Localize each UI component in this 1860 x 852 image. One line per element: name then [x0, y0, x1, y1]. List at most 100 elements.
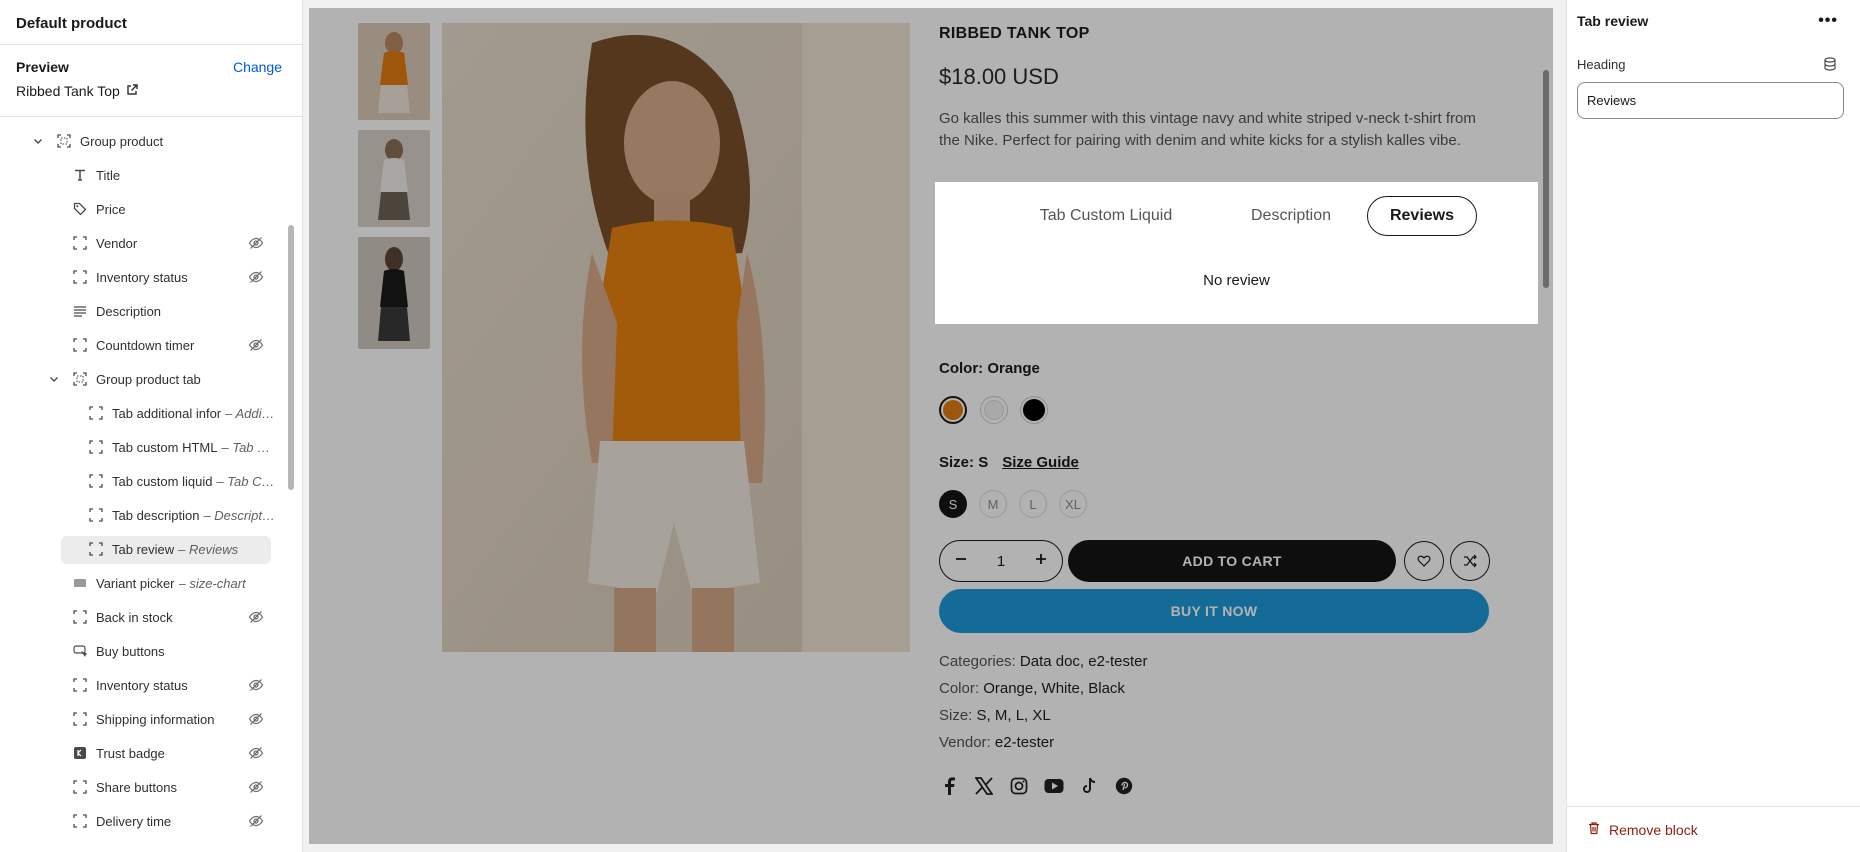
plus-icon[interactable]	[1034, 552, 1048, 570]
block-tree-item[interactable]: Back in stock	[72, 602, 275, 632]
block-tree-item[interactable]: Group product tab	[50, 364, 275, 394]
size-option[interactable]: S	[939, 490, 967, 518]
preview-scrollbar[interactable]	[1543, 70, 1549, 288]
block-tree-item[interactable]: Tab custom liquid– Tab Custom Liquid	[88, 466, 275, 496]
block-tree-item-sublabel: – size-chart	[178, 575, 246, 591]
more-options-icon[interactable]: •••	[1818, 12, 1838, 30]
color-value: Orange	[987, 360, 1040, 377]
block-tree-item[interactable]: Delivery time	[72, 806, 275, 836]
wishlist-heart-icon[interactable]	[1404, 541, 1444, 581]
block-tree-item-label: Countdown timer	[96, 337, 195, 353]
eye-hidden-icon[interactable]	[248, 813, 264, 829]
block-icon	[72, 677, 88, 693]
block-tree-item[interactable]: Countdown timer	[72, 330, 275, 360]
color-swatch-orange[interactable]	[939, 396, 967, 424]
add-to-cart-button[interactable]: ADD TO CART	[1068, 540, 1396, 582]
block-icon	[88, 507, 104, 523]
size-option[interactable]: M	[979, 490, 1007, 518]
external-link-icon[interactable]	[126, 83, 138, 99]
block-tree-item-label: Title	[96, 167, 121, 183]
block-icon	[72, 779, 88, 795]
eye-hidden-icon[interactable]	[248, 609, 264, 625]
product-main-image[interactable]	[442, 23, 910, 652]
remove-block-button[interactable]: Remove block	[1587, 821, 1698, 838]
eye-hidden-icon[interactable]	[248, 235, 264, 251]
size-option[interactable]: XL	[1059, 490, 1087, 518]
dynamic-source-icon[interactable]	[1822, 56, 1838, 72]
block-tree-item-sublabel: – Tab Custom HTML	[221, 439, 275, 455]
block-tree-item-label: Inventory status	[96, 677, 188, 693]
block-tree-item[interactable]: Vendor	[72, 228, 275, 258]
block-tree-item[interactable]: Tab custom HTML– Tab Custom HTML	[88, 432, 275, 462]
block-tree-item[interactable]: Tab additional infor– Additional informa…	[88, 398, 275, 428]
quantity-value[interactable]: 1	[997, 553, 1005, 570]
x-icon[interactable]	[974, 776, 994, 796]
product-description: Go kalles this summer with this vintage …	[939, 110, 1476, 149]
color-swatch-black[interactable]	[1020, 396, 1048, 424]
block-icon	[72, 337, 88, 353]
meta-value[interactable]: Data doc, e2-tester	[1020, 653, 1148, 670]
cursor-icon	[72, 643, 88, 659]
minus-icon[interactable]	[954, 552, 968, 570]
size-option[interactable]: L	[1019, 490, 1047, 518]
heading-field-label: Heading	[1577, 57, 1626, 72]
block-tree-item[interactable]: Buy buttons	[72, 636, 275, 666]
block-tree-item[interactable]: Inventory status	[72, 262, 275, 292]
chevron-down-icon[interactable]	[32, 135, 44, 147]
block-tree-item[interactable]: Price	[72, 194, 275, 224]
block-tree-item[interactable]: Title	[72, 160, 275, 190]
meta-value[interactable]: e2-tester	[995, 734, 1054, 751]
block-tree-item[interactable]: Variant picker – size-chart	[72, 568, 275, 598]
block-tree-item-label: Tab custom HTML	[112, 439, 218, 455]
size-guide-link[interactable]: Size Guide	[1002, 454, 1079, 471]
chevron-down-icon[interactable]	[48, 373, 60, 385]
facebook-icon[interactable]	[939, 776, 959, 796]
preview-product[interactable]: Ribbed Tank Top	[16, 83, 286, 99]
block-tree-item-label: Delivery time	[96, 813, 172, 829]
block-tree-item-label: Tab custom liquid	[112, 473, 213, 489]
block-tree-item[interactable]: Share buttons	[72, 772, 275, 802]
meta-label: Categories:	[939, 653, 1016, 670]
size-option-label: Size: S Size Guide	[939, 454, 1079, 471]
product-thumbnail[interactable]	[358, 237, 430, 349]
eye-hidden-icon[interactable]	[248, 337, 264, 353]
tab-reviews[interactable]: Reviews	[1367, 196, 1477, 236]
block-tree-item[interactable]: Description	[72, 296, 275, 326]
block-tree-item-label: Back in stock	[96, 609, 173, 625]
block-tree-item[interactable]: Inventory status	[72, 670, 275, 700]
block-icon	[72, 269, 88, 285]
buy-it-now-button[interactable]: BUY IT NOW	[939, 589, 1489, 633]
color-swatch-white[interactable]	[980, 396, 1008, 424]
block-tree-item-sublabel: – Description	[203, 507, 275, 523]
block-tree-item[interactable]: Group product	[34, 126, 275, 156]
eye-hidden-icon[interactable]	[248, 269, 264, 285]
color-option-label: Color: Orange	[939, 360, 1040, 377]
eye-hidden-icon[interactable]	[248, 677, 264, 693]
block-tree-item[interactable]: Shipping information	[72, 704, 275, 734]
size-label: Size:	[939, 454, 975, 471]
change-preview-link[interactable]: Change	[233, 59, 282, 75]
sidebar-scrollbar[interactable]	[288, 225, 294, 490]
block-tree-item[interactable]: Tab description – Description	[88, 500, 275, 530]
block-tree-item[interactable]: Tab review – Reviews	[88, 534, 275, 564]
tab-description[interactable]: Description	[1226, 196, 1356, 236]
quantity-stepper: 1	[939, 540, 1063, 582]
meta-value: Orange, White, Black	[983, 680, 1125, 697]
block-tree-item[interactable]: Trust badge	[72, 738, 275, 768]
heading-input[interactable]	[1577, 82, 1844, 119]
tab-custom-liquid[interactable]: Tab Custom Liquid	[1021, 196, 1191, 236]
size-value: S	[978, 454, 989, 471]
meta-color: Color: Orange, White, Black	[939, 680, 1125, 697]
youtube-icon[interactable]	[1044, 776, 1064, 796]
instagram-icon[interactable]	[1009, 776, 1029, 796]
eye-hidden-icon[interactable]	[248, 711, 264, 727]
product-tabs-block: Tab Custom Liquid Description Reviews No…	[935, 182, 1538, 324]
eye-hidden-icon[interactable]	[248, 779, 264, 795]
product-thumbnail[interactable]	[358, 130, 430, 227]
block-tree-item-label: Tab description	[112, 507, 200, 523]
tiktok-icon[interactable]	[1079, 776, 1099, 796]
pinterest-icon[interactable]	[1114, 776, 1134, 796]
compare-shuffle-icon[interactable]	[1450, 541, 1490, 581]
eye-hidden-icon[interactable]	[248, 745, 264, 761]
product-thumbnail[interactable]	[358, 23, 430, 120]
